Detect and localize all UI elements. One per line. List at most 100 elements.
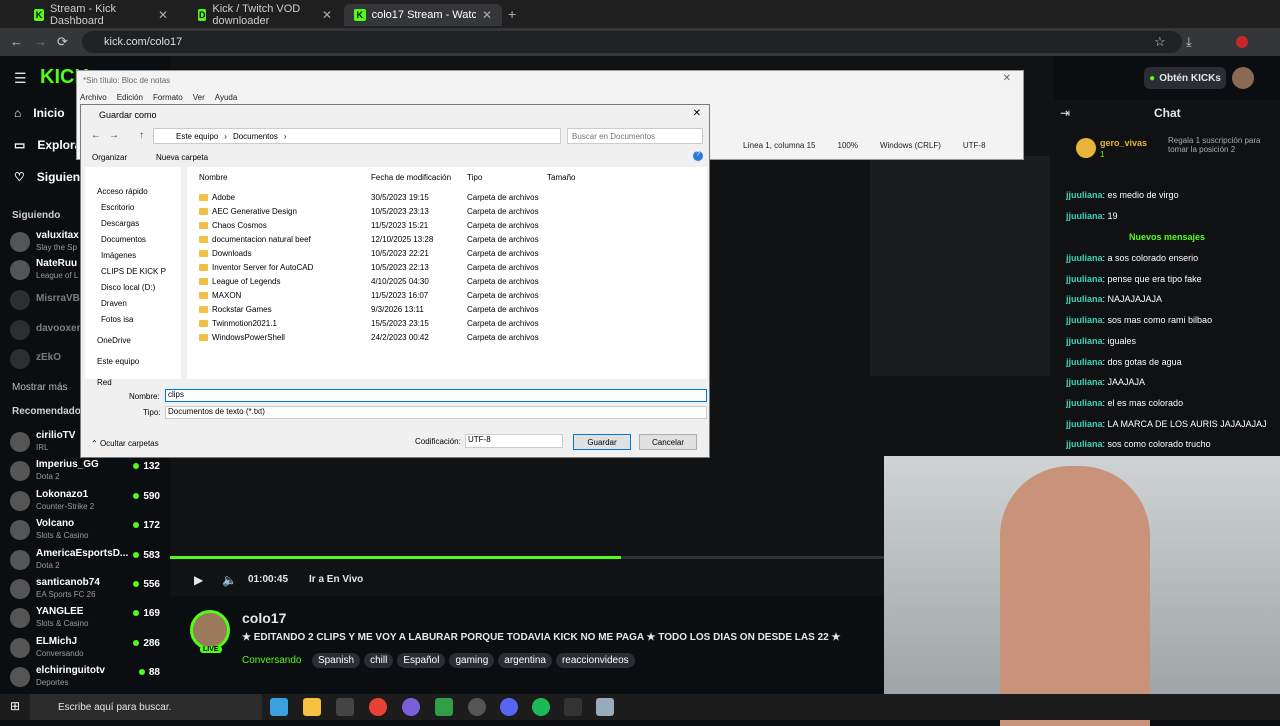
- file-row[interactable]: Inventor Server for AutoCAD 10/5/2023 22:…: [199, 260, 549, 274]
- file-row[interactable]: documentacion natural beef 12/10/2025 13:…: [199, 232, 549, 246]
- file-row[interactable]: WindowsPowerShell 24/2/2023 00:42 Carpeta …: [199, 330, 549, 344]
- path-breadcrumb[interactable]: Este equipo › Documentos ›: [153, 128, 561, 144]
- close-icon[interactable]: ✕: [158, 8, 168, 22]
- up-icon[interactable]: ↑: [139, 130, 144, 141]
- menu-edicion[interactable]: Edición: [117, 93, 143, 102]
- organize-button[interactable]: Organizar: [92, 153, 127, 162]
- chat-username[interactable]: jjuuliana: [1066, 357, 1103, 367]
- tree-item[interactable]: Disco local (D:): [101, 283, 155, 292]
- cancel-button[interactable]: Cancelar: [639, 434, 697, 450]
- streamer-name[interactable]: colo17: [242, 610, 286, 626]
- tree-item[interactable]: Draven: [101, 299, 127, 308]
- tab-vod-downloader[interactable]: D Kick / Twitch VOD downloader ✕: [188, 3, 342, 27]
- menu-ver[interactable]: Ver: [193, 93, 205, 102]
- spotify-icon[interactable]: [532, 698, 550, 716]
- tree-item[interactable]: Fotos isa: [101, 315, 133, 324]
- new-folder-button[interactable]: Nueva carpeta: [156, 153, 208, 162]
- chrome-icon[interactable]: [369, 698, 387, 716]
- app-icon[interactable]: [402, 698, 420, 716]
- chat-username[interactable]: jjuuliana: [1066, 377, 1103, 387]
- chat-username[interactable]: jjuuliana: [1066, 419, 1103, 429]
- tag-chip[interactable]: Español: [397, 653, 446, 668]
- tag-chip[interactable]: Spanish: [311, 653, 361, 668]
- download-icon[interactable]: ⤓: [1186, 34, 1192, 50]
- forward-icon[interactable]: →: [34, 34, 47, 49]
- filename-field[interactable]: clips: [165, 389, 707, 402]
- tag-chip[interactable]: chill: [364, 653, 394, 668]
- tree-item[interactable]: CLIPS DE KICK P: [101, 267, 166, 276]
- chat-username[interactable]: jjuuliana: [1066, 294, 1103, 304]
- file-row[interactable]: Downloads 10/5/2023 22:21 Carpeta de archi…: [199, 246, 549, 260]
- windows-start-icon[interactable]: ⊞: [10, 699, 20, 713]
- new-tab-icon[interactable]: +: [508, 6, 516, 22]
- search-input[interactable]: [567, 128, 703, 144]
- recommended-channel[interactable]: YANGLEE Slots & Casino 169: [10, 604, 160, 632]
- tag-chip[interactable]: gaming: [449, 653, 495, 668]
- file-row[interactable]: MAXON 11/5/2023 16:07 Carpeta de archivos: [199, 288, 549, 302]
- save-button[interactable]: Guardar: [573, 434, 631, 450]
- tree-item[interactable]: OneDrive: [97, 336, 131, 345]
- tree-item[interactable]: Red: [97, 378, 112, 387]
- go-live-button[interactable]: Ir a En Vivo: [309, 574, 363, 585]
- recommended-channel[interactable]: santicanob74 EA Sports FC 26 556: [10, 575, 160, 603]
- file-explorer-icon[interactable]: [303, 698, 321, 716]
- app-icon[interactable]: [435, 698, 453, 716]
- file-row[interactable]: Twinmotion2021.1 15/5/2023 23:15 Carpeta d…: [199, 316, 549, 330]
- address-bar[interactable]: kick.com/colo17: [82, 31, 1182, 53]
- app-icon[interactable]: [564, 698, 582, 716]
- file-row[interactable]: League of Legends 4/10/2025 04:30 Carpeta …: [199, 274, 549, 288]
- tree-item[interactable]: Escritorio: [101, 203, 134, 212]
- close-icon[interactable]: ✕: [322, 8, 332, 22]
- tree-item[interactable]: Acceso rápido: [97, 187, 148, 196]
- chat-username[interactable]: jjuuliana: [1066, 439, 1103, 449]
- tree-item[interactable]: Este equipo: [97, 357, 139, 366]
- chat-username[interactable]: jjuuliana: [1066, 336, 1103, 346]
- reload-icon[interactable]: ⟳: [57, 34, 68, 50]
- chat-username[interactable]: jjuuliana: [1066, 398, 1103, 408]
- app-icon[interactable]: [468, 698, 486, 716]
- menu-formato[interactable]: Formato: [153, 93, 183, 102]
- category-link[interactable]: Conversando: [242, 655, 301, 666]
- chat-username[interactable]: jjuuliana: [1066, 274, 1103, 284]
- streamer-avatar[interactable]: [190, 610, 230, 650]
- tag-chip[interactable]: argentina: [498, 653, 552, 668]
- encoding-select[interactable]: UTF-8: [465, 434, 563, 448]
- get-kicks-button[interactable]: ● Obtén KICKs: [1144, 67, 1226, 89]
- user-avatar[interactable]: [1232, 67, 1254, 89]
- recommended-channel[interactable]: AmericaEsportsD... Dota 2 583: [10, 546, 160, 574]
- file-row[interactable]: Chaos Cosmos 11/5/2023 15:21 Carpeta de ar…: [199, 218, 549, 232]
- tab-colo17-stream[interactable]: Kcolo17 Stream - Watch Live on✕: [344, 4, 502, 26]
- help-icon[interactable]: ?: [693, 151, 703, 161]
- file-type-select[interactable]: Documentos de texto (*.txt): [165, 406, 707, 419]
- recommended-channel[interactable]: Imperius_GG Dota 2 132: [10, 457, 160, 485]
- back-icon[interactable]: ←: [91, 130, 101, 141]
- file-row[interactable]: AEC Generative Design 10/5/2023 23:13 Carp…: [199, 204, 549, 218]
- recommended-channel[interactable]: Lokonazo1 Counter-Strike 2 590: [10, 487, 160, 515]
- copilot-icon[interactable]: [270, 698, 288, 716]
- bookmark-star-icon[interactable]: ☆: [1154, 34, 1166, 50]
- profile-icon[interactable]: [1236, 36, 1248, 48]
- chat-username[interactable]: jjuuliana: [1066, 315, 1103, 325]
- tree-item[interactable]: Imágenes: [101, 251, 136, 260]
- file-row[interactable]: Adobe 30/5/2023 19:15 Carpeta de archivos: [199, 190, 549, 204]
- nav-explore[interactable]: ▭ Explora: [14, 138, 81, 152]
- recommended-channel[interactable]: elchiringuitotv Deportes 88: [10, 663, 160, 691]
- chat-username[interactable]: jjuuliana: [1066, 190, 1103, 200]
- volume-icon[interactable]: 🔈: [222, 573, 237, 587]
- nav-home[interactable]: ⌂ Inicio: [14, 106, 65, 120]
- menu-ayuda[interactable]: Ayuda: [215, 93, 238, 102]
- notepad-taskbar-icon[interactable]: [596, 698, 614, 716]
- close-icon[interactable]: ✕: [693, 108, 701, 119]
- file-row[interactable]: Rockstar Games 9/3/2026 13:11 Carpeta de a…: [199, 302, 549, 316]
- chat-username[interactable]: jjuuliana: [1066, 253, 1103, 263]
- close-icon[interactable]: ✕: [1003, 73, 1011, 84]
- tree-item[interactable]: Descargas: [101, 219, 139, 228]
- show-more-link[interactable]: Mostrar más: [12, 382, 68, 393]
- chat-username[interactable]: jjuuliana: [1066, 211, 1103, 221]
- close-icon[interactable]: ✕: [482, 8, 492, 22]
- menu-archivo[interactable]: Archivo: [80, 93, 107, 102]
- menu-icon[interactable]: ☰: [14, 70, 27, 87]
- tree-item[interactable]: Documentos: [101, 235, 146, 244]
- play-icon[interactable]: ▶: [194, 573, 203, 587]
- tab-kick-dashboard[interactable]: K Stream - Kick Dashboard ✕: [24, 3, 178, 27]
